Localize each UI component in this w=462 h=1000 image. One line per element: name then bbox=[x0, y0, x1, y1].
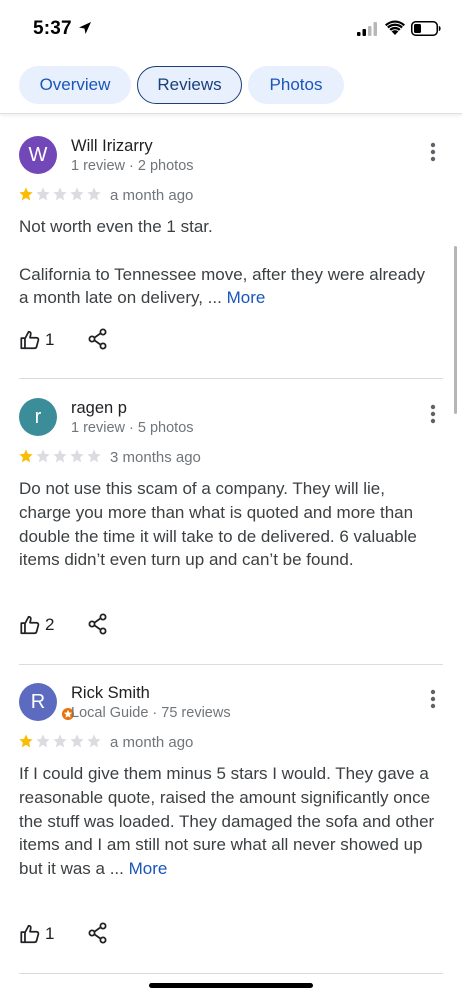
review-author[interactable]: Will Irizarry bbox=[71, 137, 153, 156]
star-rating bbox=[18, 448, 102, 466]
review-text-paragraph: Do not use this scam of a company. They … bbox=[19, 479, 417, 570]
review-text-paragraph: California to Tennessee move, after they… bbox=[19, 264, 426, 308]
review-author-meta: Local Guide · 75 reviews bbox=[71, 705, 231, 721]
tab-overview[interactable]: Overview bbox=[19, 66, 131, 104]
star-empty-icon bbox=[36, 449, 50, 463]
star-filled-icon bbox=[19, 187, 33, 201]
review-date: 3 months ago bbox=[110, 449, 201, 466]
star-empty-icon bbox=[70, 187, 84, 201]
like-count: 1 bbox=[45, 924, 55, 943]
review-author-meta: 1 review · 5 photos bbox=[71, 420, 194, 436]
star-empty-icon bbox=[87, 734, 101, 748]
review-text: Not worth even the 1 star. California to… bbox=[19, 215, 439, 310]
share-icon[interactable] bbox=[88, 613, 108, 635]
wifi-icon bbox=[385, 20, 405, 35]
divider bbox=[19, 973, 443, 974]
thumbs-up-icon[interactable] bbox=[19, 923, 41, 945]
star-empty-icon bbox=[70, 449, 84, 463]
location-arrow-icon bbox=[79, 22, 91, 34]
star-empty-icon bbox=[53, 734, 67, 748]
tab-photos[interactable]: Photos bbox=[248, 66, 344, 104]
status-time: 5:37 bbox=[33, 18, 72, 39]
more-link[interactable]: More bbox=[129, 859, 168, 878]
star-empty-icon bbox=[87, 187, 101, 201]
star-empty-icon bbox=[36, 734, 50, 748]
avatar[interactable]: R bbox=[19, 683, 76, 722]
review-text: Do not use this scam of a company. They … bbox=[19, 477, 439, 572]
review-text: If I could give them minus 5 stars I wou… bbox=[19, 762, 439, 881]
share-icon[interactable] bbox=[88, 328, 108, 350]
home-indicator[interactable] bbox=[149, 983, 313, 988]
share-icon[interactable] bbox=[88, 922, 108, 944]
more-link[interactable]: More bbox=[227, 288, 266, 307]
more-options-icon[interactable] bbox=[424, 688, 442, 710]
review-date: a month ago bbox=[110, 187, 194, 204]
review-author[interactable]: Rick Smith bbox=[71, 684, 150, 703]
tab-bar: Overview Reviews Photos bbox=[0, 56, 462, 114]
battery-icon bbox=[411, 21, 441, 36]
tab-reviews[interactable]: Reviews bbox=[137, 66, 242, 104]
avatar-letter: R bbox=[30, 690, 46, 713]
review-author-meta: 1 review · 2 photos bbox=[71, 158, 194, 174]
review-date: a month ago bbox=[110, 734, 194, 751]
star-empty-icon bbox=[36, 187, 50, 201]
thumbs-up-icon[interactable] bbox=[19, 614, 41, 636]
cellular-signal-icon bbox=[357, 22, 377, 36]
divider bbox=[19, 378, 443, 379]
avatar[interactable]: W bbox=[19, 136, 57, 174]
star-filled-icon bbox=[19, 449, 33, 463]
divider bbox=[19, 664, 443, 665]
review-author[interactable]: ragen p bbox=[71, 399, 127, 418]
star-empty-icon bbox=[53, 187, 67, 201]
star-rating bbox=[18, 186, 102, 204]
star-rating bbox=[18, 733, 102, 751]
star-empty-icon bbox=[87, 449, 101, 463]
star-filled-icon bbox=[19, 734, 33, 748]
star-empty-icon bbox=[70, 734, 84, 748]
scrollbar[interactable] bbox=[454, 246, 457, 414]
more-options-icon[interactable] bbox=[424, 141, 442, 163]
like-count: 1 bbox=[45, 330, 55, 349]
star-empty-icon bbox=[53, 449, 67, 463]
like-count: 2 bbox=[45, 615, 55, 634]
status-bar: 5:37 bbox=[0, 0, 462, 56]
review-text-paragraph: If I could give them minus 5 stars I wou… bbox=[19, 764, 435, 879]
review-text-paragraph: Not worth even the 1 star. bbox=[19, 217, 213, 236]
avatar[interactable]: r bbox=[19, 398, 57, 436]
thumbs-up-icon[interactable] bbox=[19, 329, 41, 351]
more-options-icon[interactable] bbox=[424, 403, 442, 425]
